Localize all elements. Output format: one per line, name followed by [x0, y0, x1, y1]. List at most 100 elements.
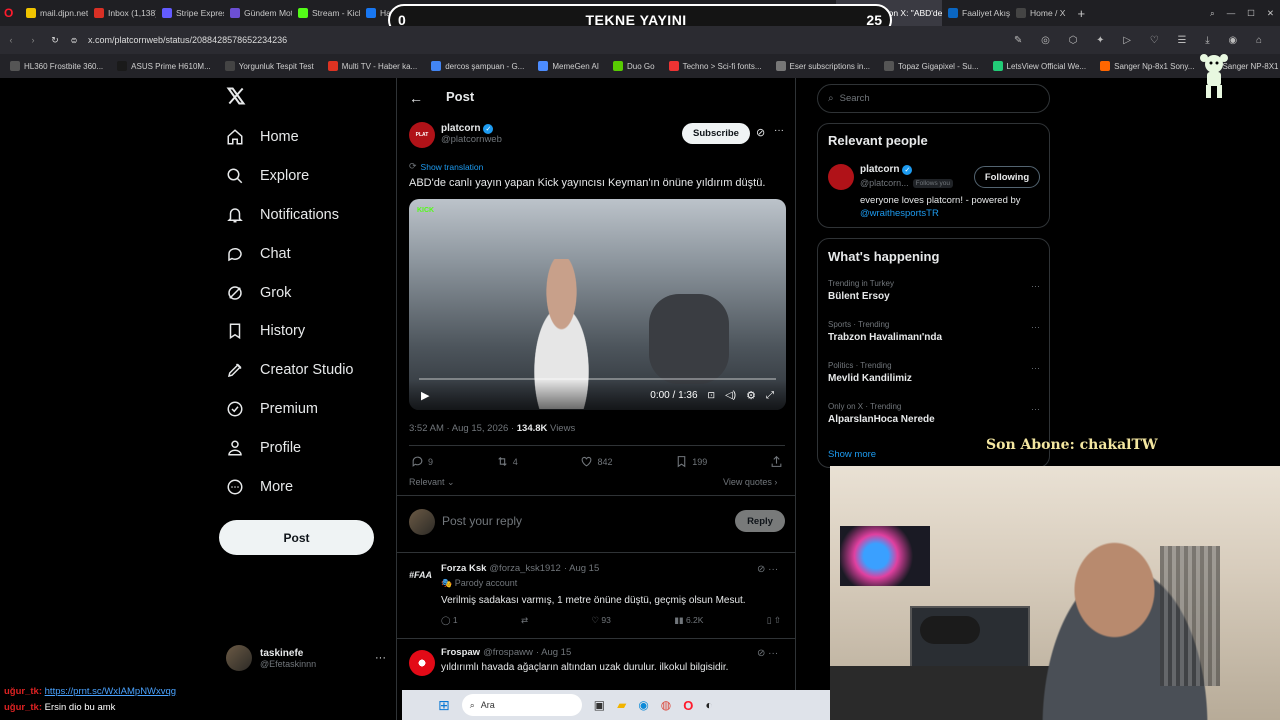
reply-author-name[interactable]: Forza Ksk: [441, 563, 486, 574]
nav-item-explore[interactable]: Explore: [226, 161, 309, 191]
bookmark-item[interactable]: ASUS Prime H610M...: [117, 61, 211, 71]
translation-link[interactable]: ⟳ Show translation: [409, 161, 483, 172]
obs-icon[interactable]: ◐: [705, 698, 712, 712]
person-handle[interactable]: @platcorn...: [860, 178, 909, 188]
fullscreen-icon[interactable]: ⤢: [766, 390, 774, 401]
new-tab-icon[interactable]: +: [1071, 0, 1091, 26]
trend-item[interactable]: Politics · Trending Mevlid Kandilimiz ···: [828, 361, 1040, 384]
chat-text[interactable]: https://prnt.sc/WxIAMpNWxvqg: [45, 686, 176, 697]
bookmark-item[interactable]: Topaz Gigapixel - Su...: [884, 61, 979, 71]
back-icon[interactable]: ‹: [0, 35, 22, 45]
nav-item-grok[interactable]: Grok: [226, 278, 291, 308]
trend-item[interactable]: Sports · Trending Trabzon Havalimanı'nda ·…: [828, 320, 1040, 343]
nav-item-notifications[interactable]: Notifications: [226, 200, 339, 230]
author-name[interactable]: platcorn: [441, 123, 480, 134]
nav-item-chat[interactable]: Chat: [226, 239, 291, 269]
bookmark-item[interactable]: Eser subscriptions in...: [775, 61, 870, 71]
author-avatar[interactable]: PLAT: [409, 122, 435, 148]
bio-link[interactable]: @wraithesportsTR: [860, 208, 939, 219]
browser-tab[interactable]: mail.djpn.net: [20, 0, 88, 26]
forward-icon[interactable]: ›: [22, 35, 44, 45]
show-more-link[interactable]: Show more: [828, 449, 876, 460]
nav-item-home[interactable]: Home: [226, 122, 299, 152]
volume-icon[interactable]: ◁): [725, 390, 736, 401]
trend-more-icon[interactable]: ···: [1031, 281, 1040, 291]
reply-repost-action[interactable]: ⇄: [521, 615, 528, 626]
reply-button[interactable]: Reply: [735, 510, 785, 532]
browser-tab[interactable]: Home / X: [1010, 0, 1071, 26]
show-translation[interactable]: Show translation: [421, 162, 484, 172]
video-player[interactable]: KICK ▶ 0:00 / 1:36 ⊡ ◁) ⚙ ⤢: [409, 199, 786, 410]
edge-icon[interactable]: ◉: [638, 698, 648, 712]
reply-like-action[interactable]: ♡ 93: [591, 615, 610, 626]
browser-tab[interactable]: Stream - Kick: [292, 0, 360, 26]
close-window-icon[interactable]: ✕: [1261, 0, 1280, 26]
reload-icon[interactable]: ↻: [44, 35, 66, 46]
subscribe-button[interactable]: Subscribe: [682, 123, 750, 144]
chrome-icon[interactable]: ◍: [661, 698, 671, 712]
reply-grok-icon[interactable]: ⊘ ···: [757, 648, 778, 659]
grok-icon[interactable]: ⊘: [756, 126, 765, 139]
reply-avatar[interactable]: [409, 650, 435, 676]
x-logo-icon[interactable]: [226, 86, 248, 108]
bookmark-item[interactable]: Sanger Np-8x1 Sony...: [1100, 61, 1194, 71]
reply-author-handle[interactable]: @forza_ksk1912: [489, 563, 560, 574]
search-tabs-icon[interactable]: ⌕: [1204, 0, 1221, 26]
post-button[interactable]: Post: [219, 520, 374, 555]
captions-icon[interactable]: ⊡: [708, 390, 716, 401]
author-handle[interactable]: @platcornweb: [441, 134, 502, 145]
browser-tab[interactable]: Stripe Express: [156, 0, 224, 26]
repost-action[interactable]: 4: [496, 455, 518, 468]
reply-grok-icon[interactable]: ⊘ ···: [757, 564, 778, 575]
reply-action[interactable]: 9: [411, 455, 433, 468]
site-info-icon[interactable]: ⊜: [66, 36, 82, 45]
reply-date[interactable]: · Aug 15: [536, 647, 571, 658]
bookmark-item[interactable]: dercos şampuan - G...: [431, 61, 524, 71]
post-time[interactable]: 3:52 AM · Aug 15, 2026: [409, 423, 508, 434]
reply-input[interactable]: Post your reply: [442, 514, 522, 528]
nav-item-creator-studio[interactable]: Creator Studio: [226, 355, 354, 385]
person-name[interactable]: platcorn: [860, 164, 899, 175]
relevant-sort[interactable]: Relevant ⌄: [409, 477, 455, 488]
bookmark-action[interactable]: 199: [675, 455, 707, 468]
trend-more-icon[interactable]: ···: [1031, 322, 1040, 332]
following-button[interactable]: Following: [974, 166, 1040, 188]
reply-author-handle[interactable]: @frospaww: [483, 647, 533, 658]
person-avatar[interactable]: [828, 164, 854, 190]
bookmark-item[interactable]: Duo Go: [613, 61, 655, 71]
reply-views-action[interactable]: ▮▮ 6.2K: [674, 615, 703, 626]
share-action[interactable]: [770, 455, 783, 468]
task-view-icon[interactable]: ▣: [594, 698, 605, 712]
nav-item-premium[interactable]: Premium: [226, 394, 318, 424]
bookmark-item[interactable]: Multi TV - Haber ka...: [327, 61, 417, 71]
reply-reply-action[interactable]: ◯ 1: [441, 615, 458, 626]
nav-item-history[interactable]: History: [226, 316, 305, 346]
file-explorer-icon[interactable]: ▰: [617, 698, 626, 712]
account-more-icon[interactable]: ···: [375, 652, 386, 664]
search-input[interactable]: Search: [840, 93, 870, 104]
like-action[interactable]: 842: [580, 455, 613, 468]
browser-tab[interactable]: Faaliyet Akış: [942, 0, 1010, 26]
settings-icon[interactable]: ⚙: [746, 389, 756, 402]
trend-more-icon[interactable]: ···: [1031, 363, 1040, 373]
browser-tab[interactable]: Inbox (1,138): [88, 0, 156, 26]
search-box[interactable]: ⌕ Search: [817, 84, 1050, 113]
trend-more-icon[interactable]: ···: [1031, 404, 1040, 414]
play-icon[interactable]: ▶: [421, 389, 429, 402]
back-arrow-icon[interactable]: ←: [409, 90, 423, 106]
post-more-icon[interactable]: ···: [774, 125, 784, 136]
bookmark-item[interactable]: Techno > Sci-fi fonts...: [668, 61, 762, 71]
nav-item-profile[interactable]: Profile: [226, 433, 301, 463]
opera-logo-icon[interactable]: O: [0, 0, 20, 26]
opera-taskbar-icon[interactable]: O: [683, 698, 693, 713]
maximize-icon[interactable]: ☐: [1241, 0, 1261, 26]
trend-item[interactable]: Trending in Turkey Bülent Ersoy ···: [828, 279, 1040, 302]
reply-date[interactable]: · Aug 15: [564, 563, 599, 574]
extensions-icons[interactable]: ✎ ◎ ⬡ ✦ ▷ ♡ ☰ ⤓ ◉ ⌂: [1014, 35, 1270, 46]
taskbar-search[interactable]: ⌕ Ara: [461, 694, 582, 716]
reply-avatar[interactable]: #FAA: [409, 570, 435, 580]
bookmark-item[interactable]: MemeGen AI: [538, 61, 599, 71]
bookmark-item[interactable]: HL360 Frostbite 360...: [10, 61, 103, 71]
browser-tab[interactable]: Gündem Mot: [224, 0, 292, 26]
account-switcher[interactable]: taskinefe @Efetaskinnn ···: [226, 643, 386, 673]
